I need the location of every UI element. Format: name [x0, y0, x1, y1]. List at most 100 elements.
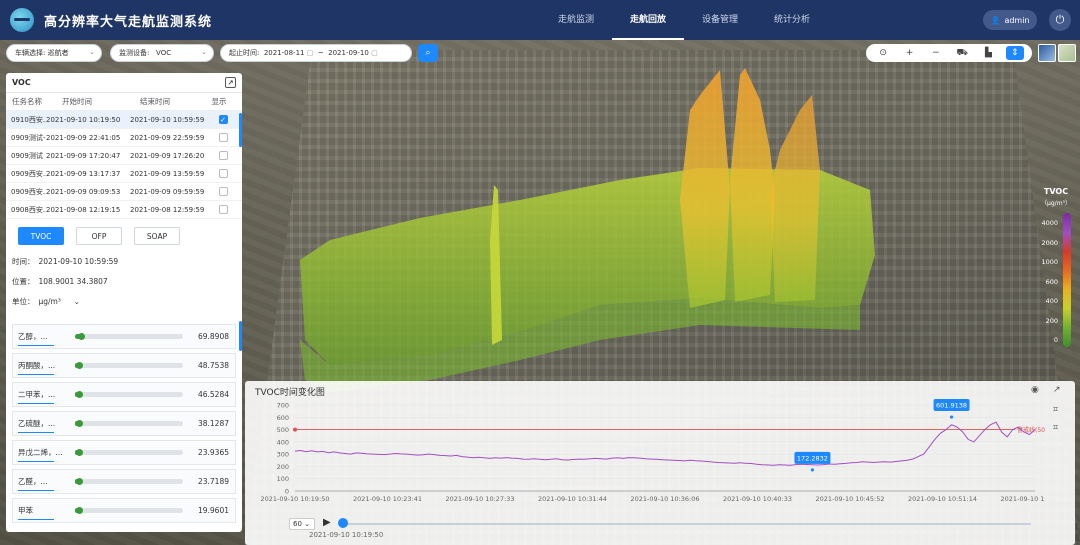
- layer-terrain-thumb[interactable]: [1058, 44, 1076, 62]
- component-value: 69.8908: [197, 332, 229, 341]
- list-item[interactable]: 乙醇，... 69.8908: [12, 324, 236, 349]
- locate-icon[interactable]: ⊙: [874, 46, 892, 60]
- layer-satellite-thumb[interactable]: [1038, 44, 1056, 62]
- component-list: 乙醇，... 69.8908 丙酮酸，... 48.7538 二甲苯，... 46.528…: [12, 324, 236, 527]
- list-item[interactable]: 乙硫醚，... 38.1287: [12, 411, 236, 436]
- list-item[interactable]: 乙醛，... 23.7189: [12, 469, 236, 494]
- table-scrollbar[interactable]: [239, 113, 242, 147]
- show-checkbox[interactable]: [218, 187, 228, 196]
- device-select[interactable]: 监测设备: VOC ⌄: [110, 44, 214, 62]
- date-range-picker[interactable]: 起止时间: 2021-08-11 ▢ ~ 2021-09-10 ▢: [220, 44, 412, 62]
- tab-ofp[interactable]: OFP: [76, 227, 122, 245]
- nav-item-stats[interactable]: 统计分析: [756, 0, 828, 40]
- x-tick-label: 2021-09-10 10:45:52: [815, 495, 884, 503]
- filter-toolbar: 车辆选择: 巡航者 ⌄ 监测设备: VOC ⌄ 起止时间: 2021-08-11…: [0, 44, 760, 62]
- measure-icon[interactable]: ⇕: [1005, 46, 1024, 60]
- task-name: 0909测试-1: [11, 133, 46, 142]
- expand-icon[interactable]: ↗: [1053, 385, 1061, 395]
- time-value: 2021-09-10 10:59:59: [38, 256, 119, 266]
- start-date[interactable]: 2021-08-11: [264, 49, 305, 57]
- playback-handle[interactable]: [338, 518, 348, 528]
- tvoc-chart-panel: TVOC时间变化图 ◉ ↗ ⌗ ⌗ 700 600 500 400 300 200 100 0…: [245, 381, 1075, 545]
- playback-track[interactable]: [341, 523, 1031, 525]
- zoom-out-icon[interactable]: −: [927, 46, 945, 60]
- legend-label: 0: [1053, 336, 1058, 344]
- table-row[interactable]: 0908西安... 2021-09-08 12:19:15 2021-09-08 1…: [6, 201, 242, 219]
- calendar-icon: ▢: [371, 49, 378, 57]
- zoom-in-icon[interactable]: +: [900, 46, 918, 60]
- table-row[interactable]: 0909西安... 2021-09-09 09:09:53 2021-09-09 0…: [6, 183, 242, 201]
- table-row[interactable]: 0909西安... 2021-09-09 13:17:37 2021-09-09 1…: [6, 165, 242, 183]
- show-checkbox[interactable]: [218, 133, 228, 142]
- threshold-dot: [293, 427, 297, 432]
- panel-header: VOC ↗: [6, 73, 242, 93]
- user-icon: 👤: [990, 15, 1001, 25]
- component-name: 甲苯: [13, 505, 69, 520]
- end-date[interactable]: 2021-09-10: [328, 49, 369, 57]
- show-checkbox[interactable]: [218, 205, 228, 214]
- x-tick-label: 2021-09-10 10:40:33: [723, 495, 792, 503]
- calendar-icon: ▢: [306, 49, 314, 57]
- curtain-peak-3: [770, 95, 820, 302]
- annotation-point: [810, 468, 815, 472]
- component-bar: [75, 362, 183, 369]
- list-item[interactable]: 异戊二烯，... 23.9365: [12, 440, 236, 465]
- tvoc-line-chart[interactable]: 70060050040030020010002021-09-10 10:19:5…: [245, 399, 1045, 511]
- chart-title: TVOC时间变化图: [255, 388, 325, 398]
- tab-soap[interactable]: SOAP: [134, 227, 180, 245]
- component-value: 48.7538: [197, 361, 229, 370]
- building-icon[interactable]: ▙: [979, 46, 997, 60]
- y-tick-label: 500: [277, 426, 289, 434]
- expand-icon[interactable]: ↗: [225, 77, 236, 88]
- list-item[interactable]: 二甲苯，... 46.5284: [12, 382, 236, 407]
- table-row[interactable]: 0910西安... 2021-09-10 10:19:50 2021-09-10 1…: [6, 111, 242, 129]
- y-tick-label: 200: [277, 463, 289, 471]
- unit-select[interactable]: 单位： μg/m³ ⌄: [6, 291, 242, 311]
- x-tick-label: 2021-09-10 10:51:14: [908, 495, 977, 503]
- play-icon[interactable]: ▶: [323, 517, 331, 528]
- nav-item-devices[interactable]: 设备管理: [684, 0, 756, 40]
- nav-item-playback[interactable]: 走航回放: [612, 0, 685, 40]
- component-bar-dot: [76, 507, 84, 514]
- curtain-peak-1: [680, 70, 730, 308]
- component-bar-dot: [76, 362, 84, 369]
- series-line: [294, 421, 1036, 466]
- user-menu-button[interactable]: 👤 admin: [983, 10, 1037, 30]
- component-bar-dot: [76, 449, 84, 456]
- vehicle-select[interactable]: 车辆选择: 巡航者 ⌄: [6, 44, 102, 62]
- search-icon: ⌕: [425, 48, 431, 58]
- legend-color-bar: [1063, 213, 1071, 347]
- tab-tvoc[interactable]: TVOC: [18, 227, 64, 245]
- vehicle-value: 巡航者: [47, 49, 69, 57]
- reset-icon[interactable]: ⌗: [1053, 423, 1058, 433]
- task-start: 2021-09-10 10:19:50: [46, 115, 121, 124]
- x-tick-label: 2021-09-10 10:19:50: [260, 495, 329, 503]
- position-value: 108.9001 34.3807: [38, 276, 108, 286]
- app-header: 高分辨率大气走航监测系统 走航监测 走航回放 设备管理 统计分析 👤 admin…: [0, 0, 1080, 40]
- component-bar: [75, 449, 183, 456]
- vehicle-icon[interactable]: ⛟: [953, 46, 971, 60]
- metric-tabs: TVOC OFP SOAP: [6, 219, 242, 245]
- speed-select[interactable]: 60 ⌄: [289, 518, 315, 530]
- show-checkbox[interactable]: ✓: [218, 115, 228, 124]
- logout-button[interactable]: ⏻: [1049, 9, 1071, 31]
- eye-icon[interactable]: ◉: [1031, 385, 1039, 395]
- crop-icon[interactable]: ⌗: [1053, 405, 1058, 415]
- show-checkbox[interactable]: [218, 151, 228, 160]
- task-end: 2021-09-09 13:59:59: [130, 169, 205, 178]
- component-scrollbar[interactable]: [239, 321, 242, 351]
- search-button[interactable]: ⌕: [418, 44, 438, 62]
- show-checkbox[interactable]: [218, 169, 228, 178]
- nav-item-monitor[interactable]: 走航监测: [540, 0, 612, 40]
- legend-label: 600: [1045, 277, 1058, 286]
- component-bar: [75, 391, 183, 398]
- task-start: 2021-09-09 17:20:47: [46, 151, 121, 160]
- component-value: 23.9365: [197, 448, 229, 457]
- list-item[interactable]: 丙酮酸，... 48.7538: [12, 353, 236, 378]
- table-row[interactable]: 0909测试-1 2021-09-09 22:41:05 2021-09-09 22…: [6, 129, 242, 147]
- table-row[interactable]: 0909测试 2021-09-09 17:20:47 2021-09-09 17:2…: [6, 147, 242, 165]
- y-tick-label: 100: [277, 475, 289, 483]
- component-name: 丙酮酸，...: [13, 360, 69, 375]
- component-bar: [75, 420, 183, 427]
- list-item[interactable]: 甲苯 19.9601: [12, 498, 236, 523]
